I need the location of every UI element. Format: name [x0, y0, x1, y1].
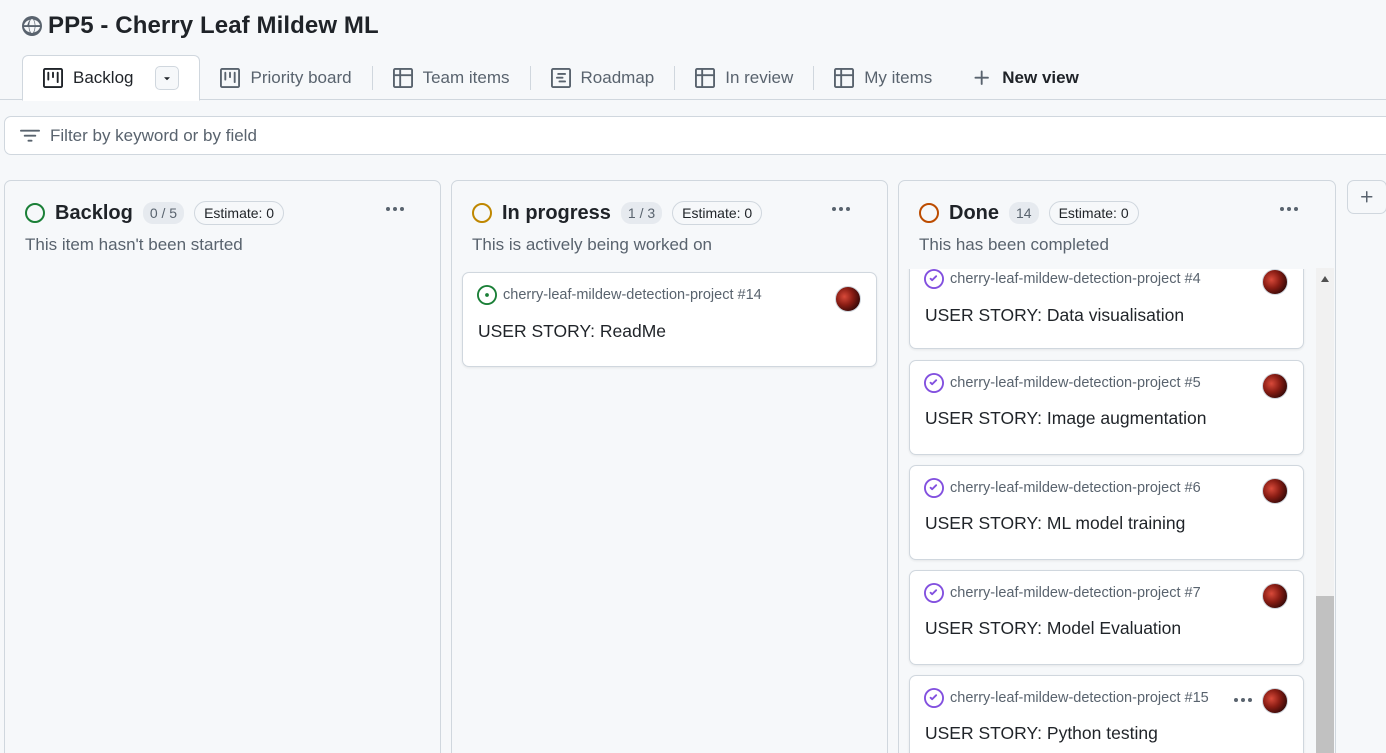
- view-tabs: Backlog Priority board Team items Roadma…: [22, 55, 1099, 101]
- estimate-badge: Estimate: 0: [194, 201, 285, 225]
- tab-in-review[interactable]: In review: [675, 55, 813, 101]
- scrollbar-thumb[interactable]: [1316, 596, 1334, 753]
- roadmap-icon: [550, 68, 571, 88]
- column-header: Done 14 Estimate: 0: [919, 201, 1139, 225]
- new-view-label: New view: [1002, 68, 1079, 87]
- issue-card[interactable]: cherry-leaf-mildew-detection-project #5 …: [909, 360, 1304, 455]
- board-icon: [43, 68, 63, 88]
- tab-backlog[interactable]: Backlog: [22, 55, 201, 101]
- column-menu-button[interactable]: [1274, 197, 1304, 221]
- issue-reference[interactable]: cherry-leaf-mildew-detection-project #7: [924, 583, 1201, 603]
- item-count-badge: 1 / 3: [620, 202, 663, 224]
- tab-label: Roadmap: [580, 68, 655, 87]
- add-column-button[interactable]: [1347, 180, 1386, 214]
- project-title-row: PP5 - Cherry Leaf Mildew ML: [22, 12, 379, 40]
- issue-card[interactable]: cherry-leaf-mildew-detection-project #6 …: [909, 465, 1304, 560]
- column-menu-button[interactable]: [380, 197, 410, 221]
- card-menu-button[interactable]: [1234, 698, 1252, 702]
- item-count-badge: 14: [1009, 202, 1039, 224]
- assignee-avatar[interactable]: [1262, 269, 1288, 295]
- issue-reference[interactable]: cherry-leaf-mildew-detection-project #6: [924, 478, 1201, 498]
- column-description: This item hasn't been started: [25, 235, 243, 254]
- issue-reference[interactable]: cherry-leaf-mildew-detection-project #14: [477, 285, 762, 305]
- issue-card[interactable]: cherry-leaf-mildew-detection-project #14…: [462, 272, 877, 367]
- card-title[interactable]: USER STORY: Model Evaluation: [925, 618, 1181, 639]
- new-view-button[interactable]: New view: [952, 55, 1099, 101]
- card-title[interactable]: USER STORY: ReadMe: [478, 321, 666, 342]
- table-icon: [834, 68, 855, 88]
- assignee-avatar[interactable]: [1262, 688, 1288, 714]
- column-in-progress: In progress 1 / 3 Estimate: 0 This is ac…: [451, 180, 888, 753]
- column-description: This has been completed: [919, 235, 1109, 254]
- issue-card[interactable]: cherry-leaf-mildew-detection-project #4 …: [909, 269, 1304, 349]
- tab-team-items[interactable]: Team items: [373, 55, 530, 101]
- scroll-up-arrow-icon[interactable]: [1318, 272, 1332, 286]
- plus-icon: [1361, 191, 1373, 203]
- filter-icon: [20, 129, 40, 142]
- tab-my-items[interactable]: My items: [814, 55, 952, 101]
- card-title[interactable]: USER STORY: Python testing: [925, 723, 1158, 744]
- issue-ref-text: cherry-leaf-mildew-detection-project #5: [950, 375, 1201, 391]
- tab-label: Team items: [422, 68, 510, 87]
- issue-card[interactable]: cherry-leaf-mildew-detection-project #15…: [909, 675, 1304, 753]
- status-circle-icon: [919, 203, 939, 223]
- column-title: In progress: [502, 201, 611, 224]
- column-menu-button[interactable]: [826, 197, 856, 221]
- estimate-badge: Estimate: 0: [1048, 201, 1139, 225]
- issue-closed-icon: [924, 478, 944, 498]
- project-header: PP5 - Cherry Leaf Mildew ML Backlog Prio…: [0, 0, 1386, 101]
- tab-roadmap[interactable]: Roadmap: [531, 55, 675, 101]
- filter-input[interactable]: [50, 125, 650, 146]
- status-circle-icon: [472, 203, 492, 223]
- issue-closed-icon: [924, 373, 944, 393]
- assignee-avatar[interactable]: [1262, 373, 1288, 399]
- column-header: Backlog 0 / 5 Estimate: 0: [25, 201, 285, 225]
- item-count-badge: 0 / 5: [142, 202, 185, 224]
- issue-card[interactable]: cherry-leaf-mildew-detection-project #7 …: [909, 570, 1304, 665]
- issue-closed-icon: [924, 688, 944, 708]
- column-title: Done: [949, 201, 999, 224]
- issue-reference[interactable]: cherry-leaf-mildew-detection-project #5: [924, 373, 1201, 393]
- page-title: PP5 - Cherry Leaf Mildew ML: [48, 12, 379, 39]
- assignee-avatar[interactable]: [1262, 583, 1288, 609]
- issue-open-icon: [477, 285, 497, 305]
- triangle-down-icon: [164, 77, 171, 81]
- status-circle-icon: [25, 203, 45, 223]
- table-icon: [392, 68, 413, 88]
- tab-label: Priority board: [250, 68, 352, 87]
- filter-bar[interactable]: [4, 116, 1386, 155]
- tab-label: My items: [864, 68, 933, 87]
- issue-ref-text: cherry-leaf-mildew-detection-project #7: [950, 585, 1201, 601]
- column-backlog: Backlog 0 / 5 Estimate: 0 This item hasn…: [4, 180, 441, 753]
- issue-ref-text: cherry-leaf-mildew-detection-project #4: [950, 271, 1201, 287]
- view-options-dropdown[interactable]: [155, 66, 180, 90]
- table-icon: [695, 68, 716, 88]
- issue-ref-text: cherry-leaf-mildew-detection-project #15: [950, 690, 1209, 706]
- tab-label: Backlog: [73, 68, 134, 87]
- issue-reference[interactable]: cherry-leaf-mildew-detection-project #4: [924, 269, 1201, 289]
- tab-priority-board[interactable]: Priority board: [200, 55, 371, 101]
- column-header: In progress 1 / 3 Estimate: 0: [472, 201, 763, 225]
- column-description: This is actively being worked on: [472, 235, 713, 254]
- board-icon: [220, 68, 241, 88]
- tab-label: In review: [725, 68, 794, 87]
- globe-icon: [22, 16, 42, 36]
- estimate-badge: Estimate: 0: [672, 201, 763, 225]
- done-card-list: cherry-leaf-mildew-detection-project #4 …: [899, 269, 1317, 753]
- card-title[interactable]: USER STORY: Image augmentation: [925, 408, 1206, 429]
- column-title: Backlog: [55, 201, 133, 224]
- card-title[interactable]: USER STORY: ML model training: [925, 513, 1185, 534]
- column-done: Done 14 Estimate: 0 This has been comple…: [898, 180, 1336, 753]
- issue-ref-text: cherry-leaf-mildew-detection-project #6: [950, 480, 1201, 496]
- plus-icon: [974, 70, 990, 85]
- issue-closed-icon: [924, 583, 944, 603]
- assignee-avatar[interactable]: [835, 286, 861, 312]
- card-title[interactable]: USER STORY: Data visualisation: [925, 305, 1184, 326]
- issue-closed-icon: [924, 269, 944, 289]
- assignee-avatar[interactable]: [1262, 478, 1288, 504]
- issue-reference[interactable]: cherry-leaf-mildew-detection-project #15: [924, 688, 1209, 708]
- issue-ref-text: cherry-leaf-mildew-detection-project #14: [503, 287, 762, 303]
